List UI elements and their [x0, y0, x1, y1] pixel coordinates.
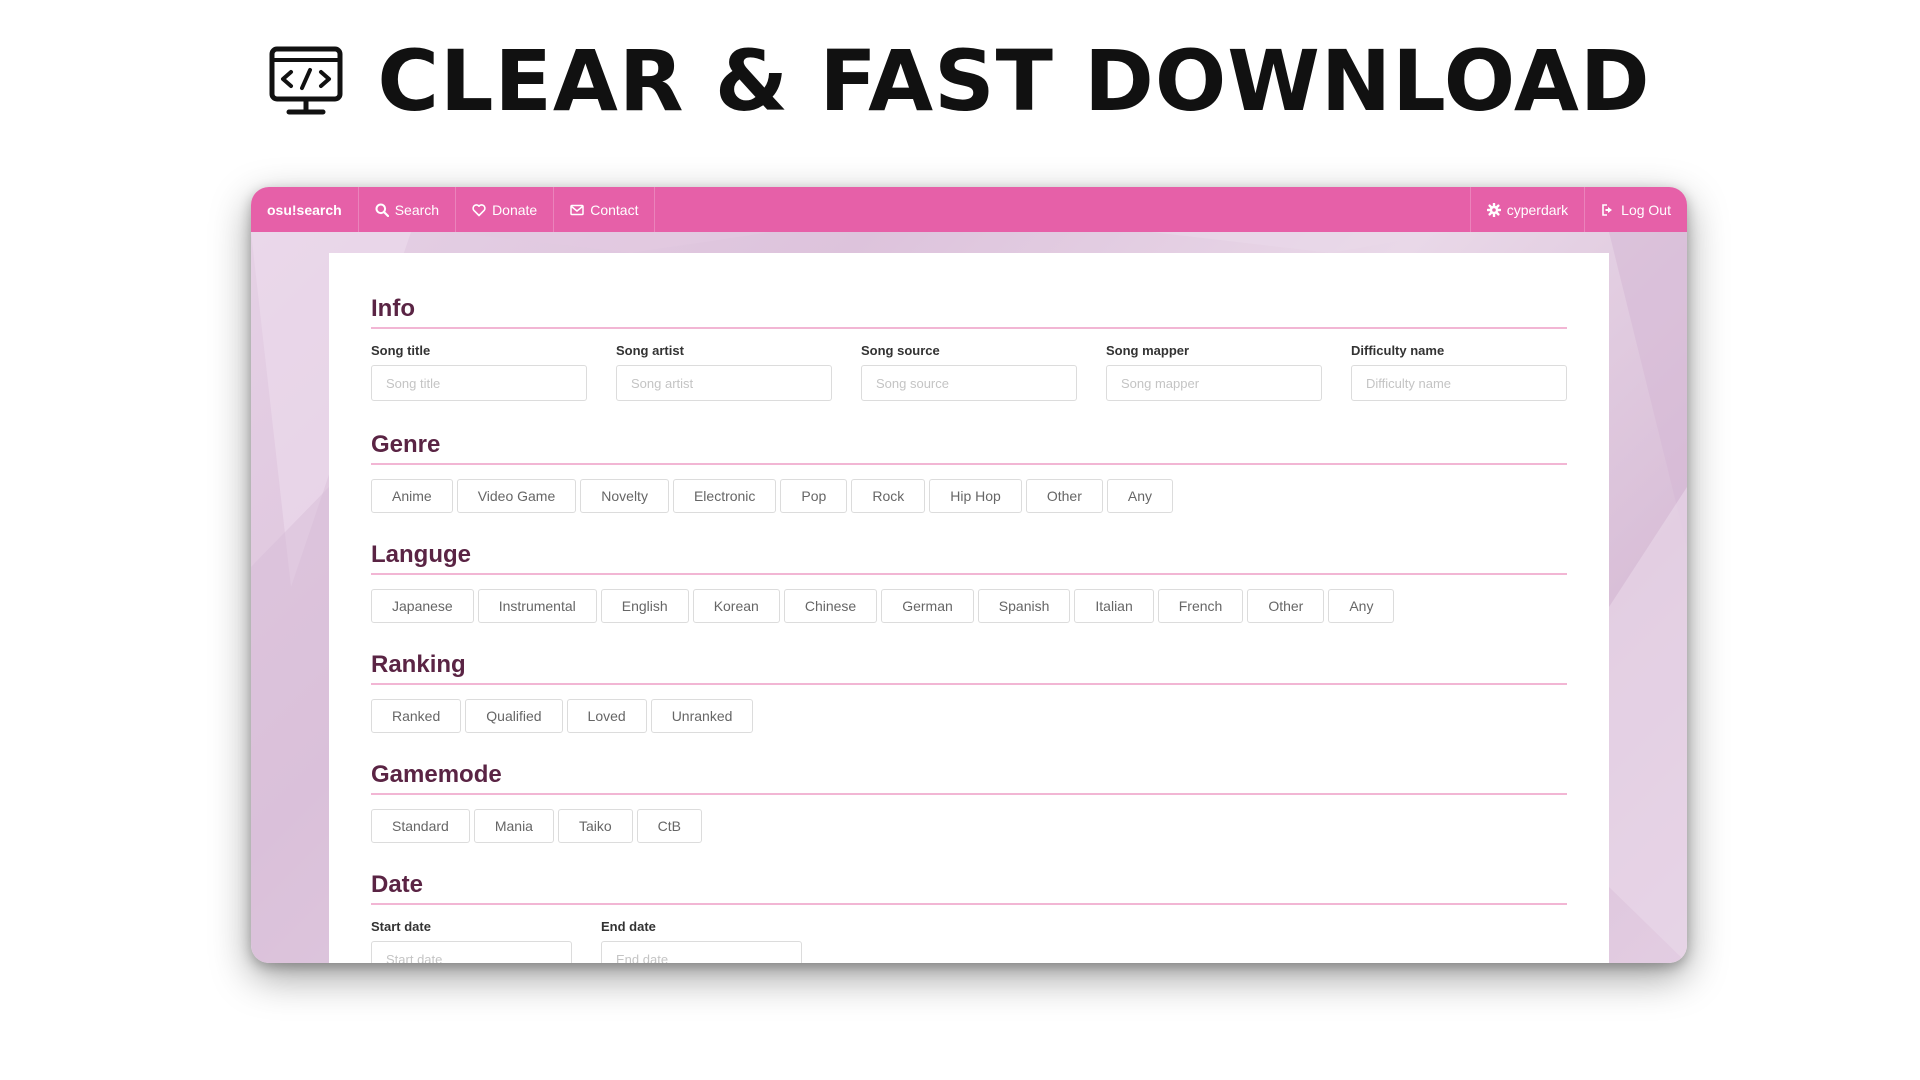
nav-donate[interactable]: Donate: [456, 187, 555, 232]
field-end-date: End date: [601, 919, 802, 963]
envelope-icon: [570, 204, 584, 215]
section-ranking: Ranking Ranked Qualified Loved Unranked: [371, 649, 1567, 733]
field-start-date: Start date: [371, 919, 572, 963]
song-artist-label: Song artist: [616, 343, 684, 358]
nav-left: osu!search Search Donate Contact: [251, 187, 656, 232]
nav-logout-label: Log Out: [1621, 201, 1671, 218]
gamemode-option[interactable]: CtB: [636, 809, 702, 843]
ranking-options: Ranked Qualified Loved Unranked: [371, 699, 1567, 733]
heart-icon: [472, 203, 486, 216]
section-genre: Genre Anime Video Game Novelty Electroni…: [371, 429, 1567, 513]
gamemode-option[interactable]: Standard: [371, 809, 470, 843]
app-window: osu!search Search Donate Contact cyperda…: [251, 187, 1687, 963]
nav-search[interactable]: Search: [359, 187, 457, 232]
field-song-source: Song source: [861, 343, 1077, 401]
field-song-mapper: Song mapper: [1106, 343, 1322, 401]
genre-option[interactable]: Pop: [780, 479, 848, 513]
song-source-input[interactable]: [861, 365, 1077, 401]
date-fields: Start date End date: [371, 919, 1567, 963]
language-option[interactable]: Korean: [692, 589, 780, 623]
genre-option[interactable]: Rock: [851, 479, 926, 513]
end-date-input[interactable]: [601, 941, 802, 963]
genre-option[interactable]: Novelty: [580, 479, 669, 513]
genre-option[interactable]: Other: [1025, 479, 1103, 513]
language-option[interactable]: Chinese: [783, 589, 878, 623]
field-song-artist: Song artist: [616, 343, 832, 401]
nav-user-label: cyperdark: [1506, 201, 1569, 218]
field-difficulty-name: Difficulty name: [1351, 343, 1567, 401]
nav-logout[interactable]: Log Out: [1584, 187, 1687, 232]
song-title-input[interactable]: [371, 365, 587, 401]
field-song-title: Song title: [371, 343, 587, 401]
nav-user[interactable]: cyperdark: [1469, 187, 1584, 232]
song-title-label: Song title: [371, 343, 431, 358]
section-gamemode: Gamemode Standard Mania Taiko CtB: [371, 759, 1567, 843]
language-option[interactable]: English: [600, 589, 689, 623]
navbar: osu!search Search Donate Contact cyperda…: [251, 187, 1687, 232]
language-option[interactable]: German: [881, 589, 974, 623]
difficulty-name-label: Difficulty name: [1351, 343, 1445, 358]
ranking-option[interactable]: Loved: [566, 699, 647, 733]
language-option[interactable]: Japanese: [371, 589, 474, 623]
language-option[interactable]: Other: [1247, 589, 1325, 623]
brand-link[interactable]: osu!search: [251, 187, 359, 232]
section-title-info: Info: [371, 293, 1567, 329]
nav-search-label: Search: [394, 201, 440, 218]
section-title-genre: Genre: [371, 429, 1567, 465]
ranking-option[interactable]: Ranked: [371, 699, 462, 733]
section-date: Date Start date End date: [371, 869, 1567, 963]
gamemode-option[interactable]: Mania: [473, 809, 554, 843]
ranking-option[interactable]: Unranked: [650, 699, 754, 733]
genre-option[interactable]: Anime: [371, 479, 453, 513]
genre-options: Anime Video Game Novelty Electronic Pop …: [371, 479, 1567, 513]
song-mapper-input[interactable]: [1106, 365, 1322, 401]
info-fields: Song title Song artist Song source Song …: [371, 343, 1567, 401]
start-date-input[interactable]: [371, 941, 572, 963]
end-date-label: End date: [601, 919, 656, 934]
nav-donate-label: Donate: [492, 201, 538, 218]
nav-contact[interactable]: Contact: [554, 187, 656, 232]
section-title-gamemode: Gamemode: [371, 759, 1567, 795]
section-title-ranking: Ranking: [371, 649, 1567, 685]
language-options: Japanese Instrumental English Korean Chi…: [371, 589, 1567, 623]
section-title-date: Date: [371, 869, 1567, 905]
logout-icon: [1602, 203, 1613, 216]
genre-option[interactable]: Video Game: [456, 479, 577, 513]
language-option[interactable]: Italian: [1074, 589, 1154, 623]
genre-option[interactable]: Any: [1106, 479, 1173, 513]
nav-contact-label: Contact: [590, 201, 639, 218]
language-option[interactable]: Spanish: [977, 589, 1071, 623]
search-panel: Info Song title Song artist Song source …: [329, 253, 1609, 963]
section-title-language: Languge: [371, 539, 1567, 575]
gamemode-option[interactable]: Taiko: [557, 809, 633, 843]
difficulty-name-input[interactable]: [1351, 365, 1567, 401]
nav-right: cyperdark Log Out: [1469, 187, 1687, 232]
monitor-code-icon: [269, 46, 343, 115]
section-language: Languge Japanese Instrumental English Ko…: [371, 539, 1567, 623]
headline: CLEAR & FAST DOWNLOAD: [0, 36, 1920, 126]
language-option[interactable]: Instrumental: [477, 589, 597, 623]
song-mapper-label: Song mapper: [1106, 343, 1190, 358]
language-option[interactable]: French: [1157, 589, 1244, 623]
song-source-label: Song source: [861, 343, 940, 358]
section-info: Info Song title Song artist Song source …: [371, 293, 1567, 401]
genre-option[interactable]: Hip Hop: [929, 479, 1022, 513]
ranking-option[interactable]: Qualified: [465, 699, 563, 733]
gear-icon: [1486, 202, 1501, 217]
start-date-label: Start date: [371, 919, 431, 934]
genre-option[interactable]: Electronic: [672, 479, 777, 513]
headline-text: CLEAR & FAST DOWNLOAD: [377, 32, 1651, 130]
song-artist-input[interactable]: [616, 365, 832, 401]
language-option[interactable]: Any: [1328, 589, 1395, 623]
gamemode-options: Standard Mania Taiko CtB: [371, 809, 1567, 843]
search-icon: [375, 203, 389, 217]
